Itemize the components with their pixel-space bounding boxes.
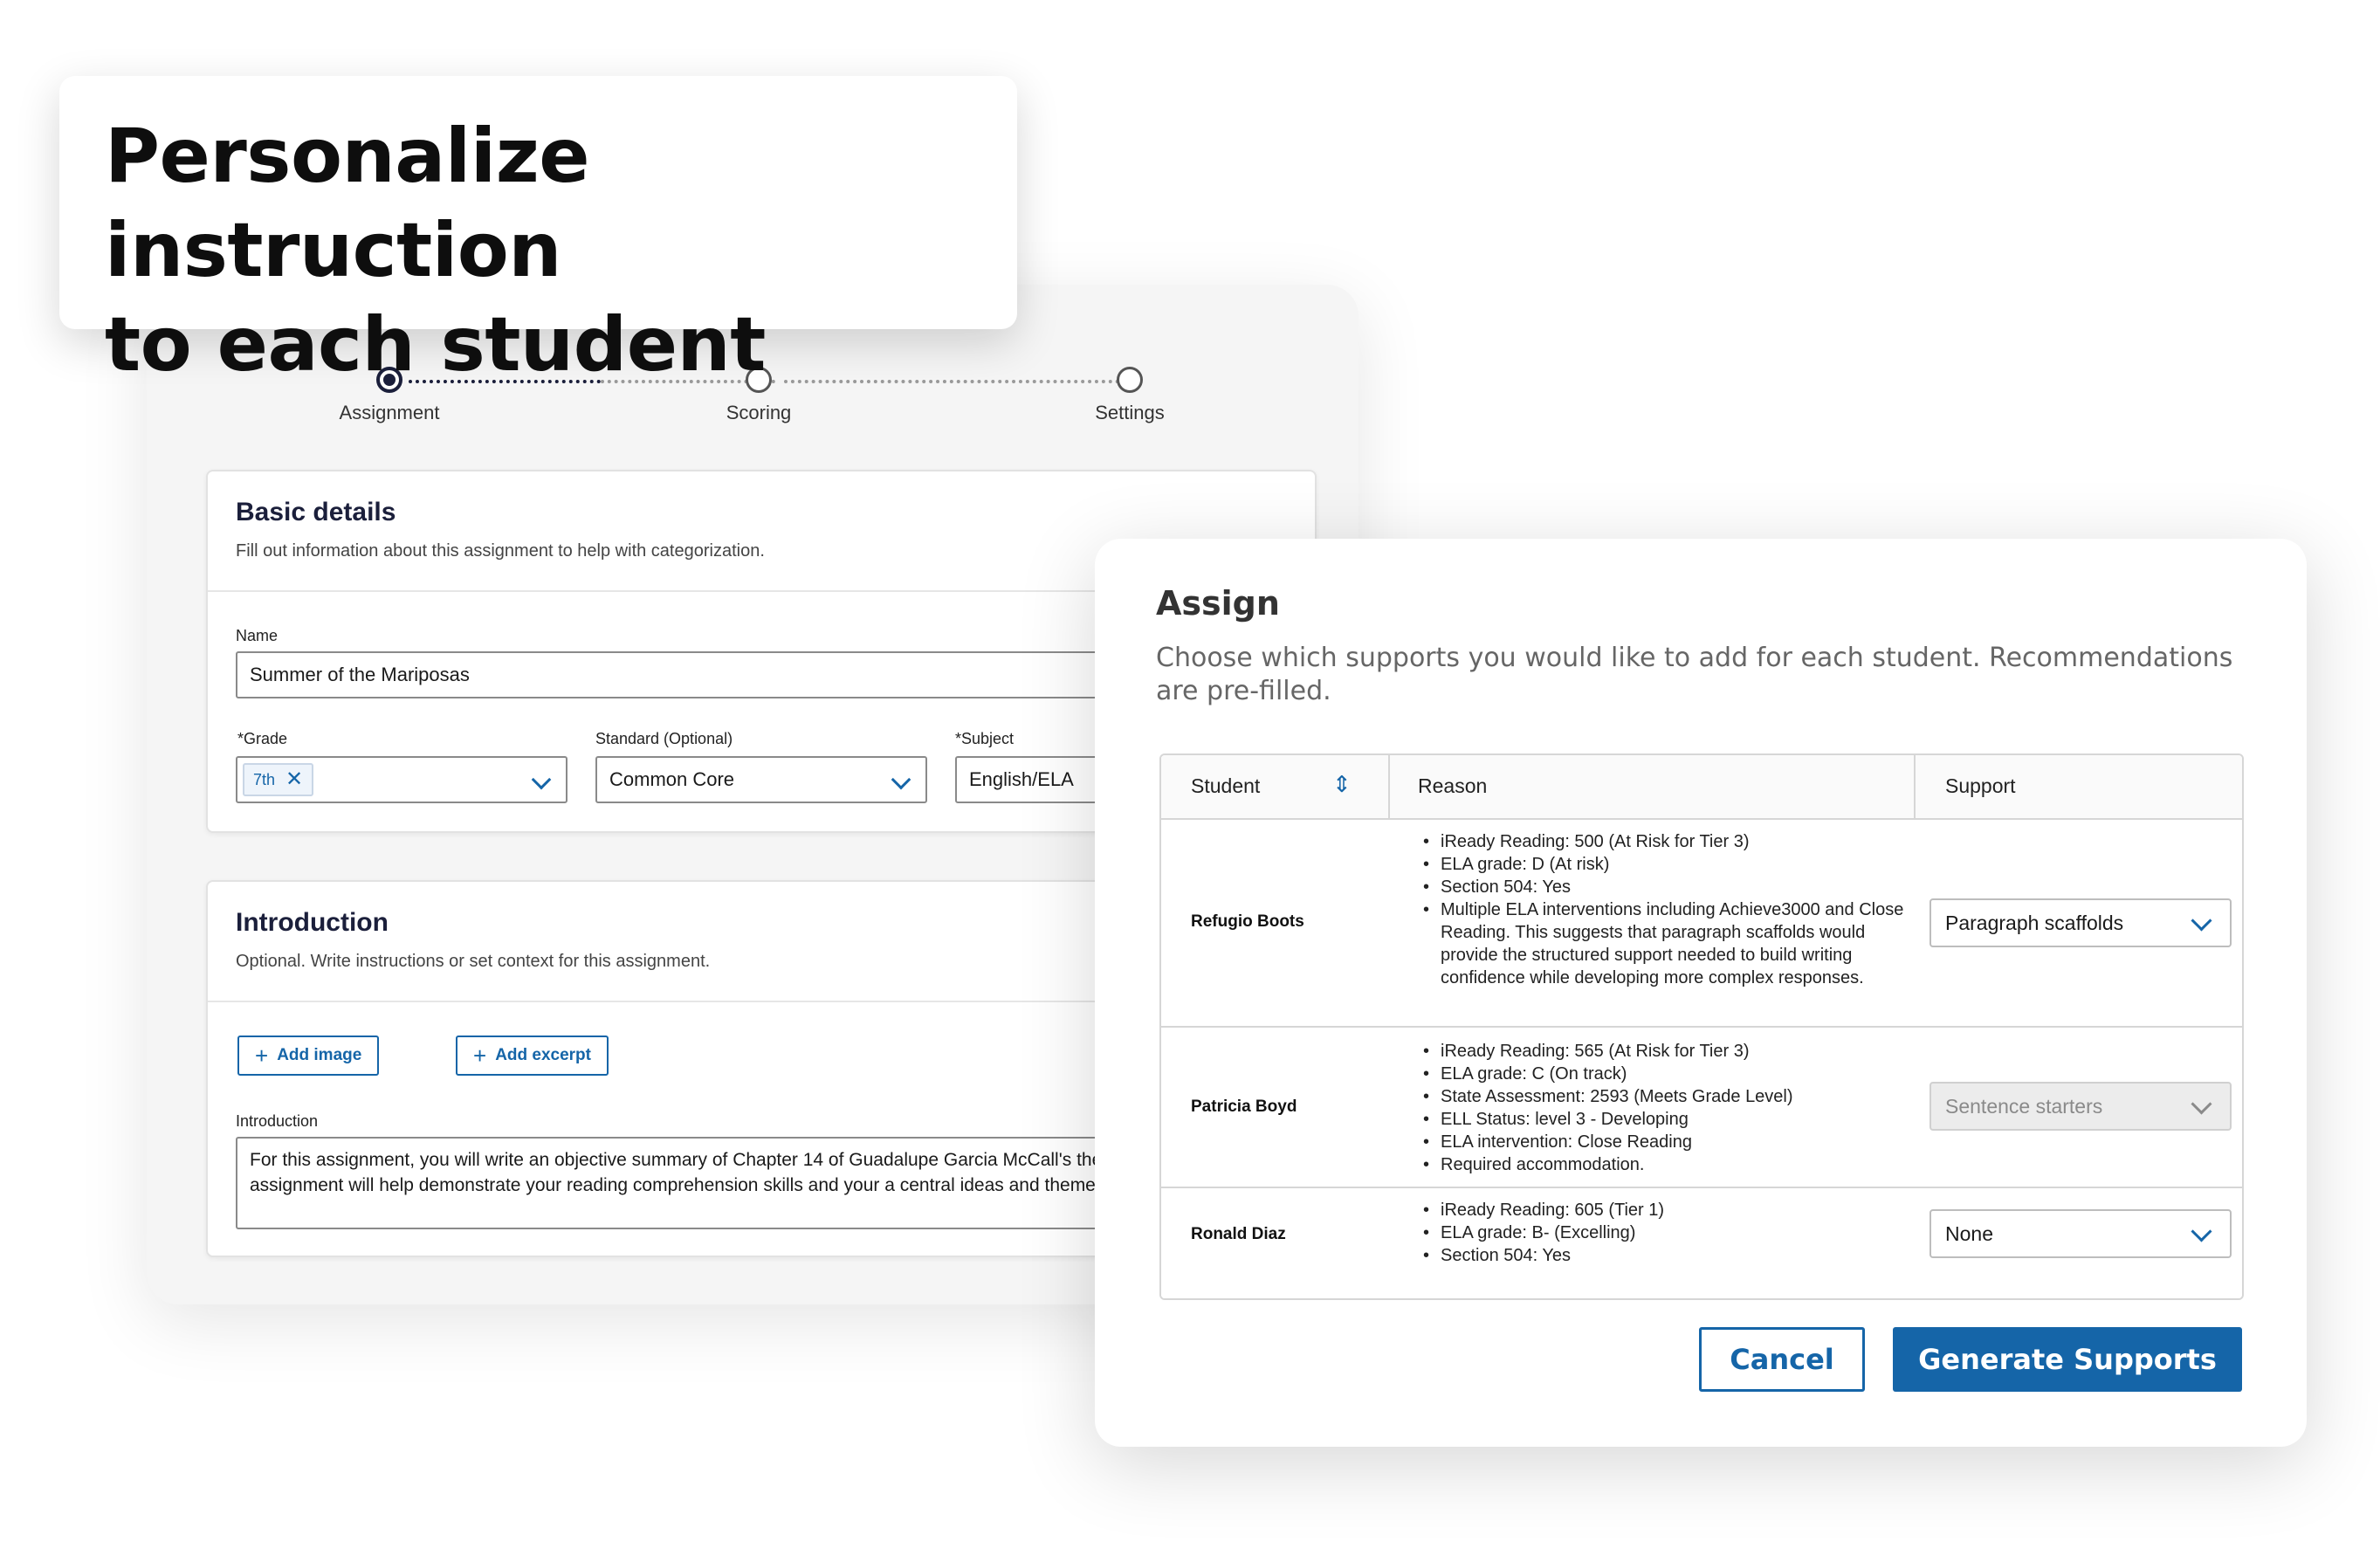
support-select-disabled: Sentence starters xyxy=(1929,1082,2232,1131)
table-row: Refugio Boots iReady Reading: 500 (At Ri… xyxy=(1161,820,2242,1028)
plus-icon: + xyxy=(473,1042,487,1069)
grade-select[interactable]: 7th ✕ xyxy=(236,756,567,803)
step-settings-dot[interactable] xyxy=(1117,367,1143,393)
standard-label: Standard (Optional) xyxy=(595,730,733,747)
table-row: Ronald Diaz iReady Reading: 605 (Tier 1)… xyxy=(1161,1188,2242,1298)
reason-item: ELA grade: B- (Excelling) xyxy=(1423,1221,1912,1244)
column-student[interactable]: Student xyxy=(1191,774,1260,798)
reason-item: ELA grade: C (On track) xyxy=(1423,1063,1912,1085)
reason-item: iReady Reading: 500 (At Risk for Tier 3) xyxy=(1423,830,1912,853)
chevron-down-icon[interactable] xyxy=(2191,1221,2212,1242)
chevron-down-icon[interactable] xyxy=(891,769,911,790)
reason-item: Section 504: Yes xyxy=(1423,876,1912,898)
reason-item: iReady Reading: 565 (At Risk for Tier 3) xyxy=(1423,1040,1912,1063)
student-name: Patricia Boyd xyxy=(1191,1097,1297,1116)
chevron-down-icon xyxy=(2191,1093,2212,1115)
column-support: Support xyxy=(1945,774,2016,797)
generate-supports-button[interactable]: Generate Supports xyxy=(1893,1327,2242,1392)
introduction-title: Introduction xyxy=(236,908,389,937)
standard-select[interactable]: Common Core xyxy=(595,756,927,803)
grade-chip-label: 7th xyxy=(253,770,276,788)
add-image-button[interactable]: + Add image xyxy=(237,1036,380,1076)
modal-title: Assign xyxy=(1156,584,1280,623)
reason-item: Required accommodation. xyxy=(1423,1153,1912,1176)
subject-value: English/ELA xyxy=(969,768,1074,790)
headline-card: Personalize instruction to each student xyxy=(59,76,1017,389)
close-icon[interactable]: ✕ xyxy=(285,769,303,790)
step-label-settings[interactable]: Settings xyxy=(1034,402,1226,424)
plus-icon: + xyxy=(255,1042,269,1069)
supports-table: Student ⇕ Reason Support Refugio Boots i… xyxy=(1159,753,2244,1300)
table-header: Student ⇕ Reason Support xyxy=(1161,755,2242,820)
cancel-button[interactable]: Cancel xyxy=(1699,1327,1865,1392)
student-name: Refugio Boots xyxy=(1191,912,1304,931)
reason-item: ELA grade: D (At risk) xyxy=(1423,853,1912,876)
headline: Personalize instruction to each student xyxy=(105,113,766,389)
column-divider xyxy=(1914,755,1916,820)
support-select[interactable]: None xyxy=(1929,1209,2232,1258)
standard-value: Common Core xyxy=(609,768,735,790)
assign-modal: Assign Choose which supports you would l… xyxy=(1095,539,2307,1447)
column-divider xyxy=(1388,755,1390,820)
name-value: Summer of the Mariposas xyxy=(250,664,470,685)
reason-list: iReady Reading: 605 (Tier 1) ELA grade: … xyxy=(1423,1199,1912,1267)
support-value: Paragraph scaffolds xyxy=(1945,911,2124,934)
step-label-assignment[interactable]: Assignment xyxy=(293,402,485,424)
support-value: Sentence starters xyxy=(1945,1094,2103,1118)
reason-item: ELL Status: level 3 - Developing xyxy=(1423,1108,1912,1131)
reason-item: Multiple ELA interventions including Ach… xyxy=(1423,898,1912,989)
student-name: Ronald Diaz xyxy=(1191,1225,1286,1243)
basic-details-subtitle: Fill out information about this assignme… xyxy=(236,541,765,561)
introduction-text: For this assignment, you will write an o… xyxy=(250,1150,1243,1195)
subject-label: *Subject xyxy=(955,730,1015,747)
add-excerpt-button[interactable]: + Add excerpt xyxy=(456,1036,609,1076)
reason-item: iReady Reading: 605 (Tier 1) xyxy=(1423,1199,1912,1221)
reason-item: State Assessment: 2593 (Meets Grade Leve… xyxy=(1423,1085,1912,1108)
reason-item: ELA intervention: Close Reading xyxy=(1423,1131,1912,1153)
chevron-down-icon[interactable] xyxy=(2191,910,2212,932)
modal-description: Choose which supports you would like to … xyxy=(1156,643,2233,706)
support-value: None xyxy=(1945,1221,1993,1245)
grade-label: *Grade xyxy=(237,730,288,747)
sort-icon[interactable]: ⇕ xyxy=(1332,771,1352,798)
add-excerpt-label: Add excerpt xyxy=(495,1046,591,1064)
grade-chip[interactable]: 7th ✕ xyxy=(243,763,314,796)
introduction-field-label: Introduction xyxy=(236,1112,319,1130)
table-row: Patricia Boyd iReady Reading: 565 (At Ri… xyxy=(1161,1028,2242,1188)
introduction-subtitle: Optional. Write instructions or set cont… xyxy=(236,952,711,971)
reason-list: iReady Reading: 500 (At Risk for Tier 3)… xyxy=(1423,830,1912,989)
column-reason: Reason xyxy=(1418,774,1488,797)
step-label-scoring[interactable]: Scoring xyxy=(663,402,855,424)
name-label: Name xyxy=(236,627,279,644)
reason-item: Section 504: Yes xyxy=(1423,1244,1912,1267)
add-image-label: Add image xyxy=(277,1046,362,1064)
support-select[interactable]: Paragraph scaffolds xyxy=(1929,898,2232,947)
reason-list: iReady Reading: 565 (At Risk for Tier 3)… xyxy=(1423,1040,1912,1176)
chevron-down-icon[interactable] xyxy=(531,769,552,790)
basic-details-title: Basic details xyxy=(236,498,396,526)
